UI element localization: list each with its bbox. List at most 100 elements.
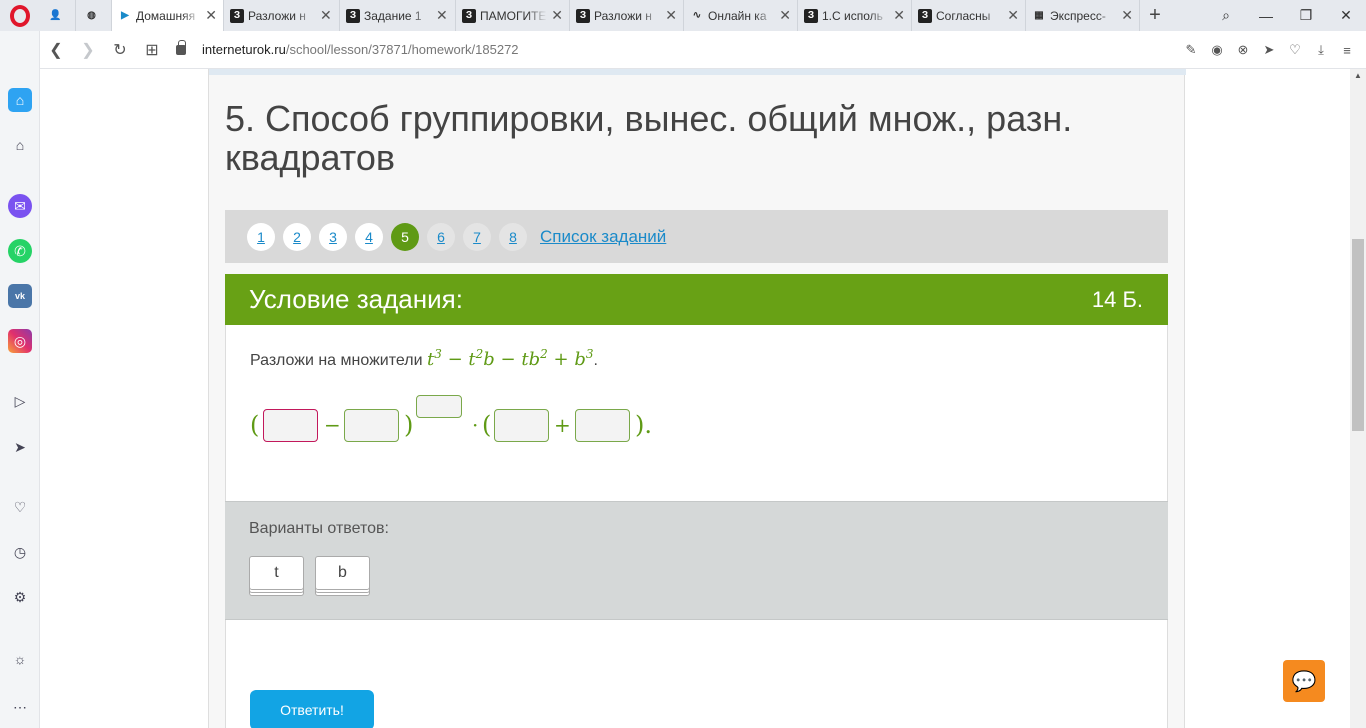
close-icon[interactable]: ✕	[551, 7, 563, 24]
speed-dial-home-icon[interactable]: ⌂	[8, 133, 32, 157]
close-icon[interactable]: ✕	[1007, 7, 1019, 24]
settings-icon[interactable]: ⚙	[8, 585, 32, 609]
close-icon[interactable]: ✕	[665, 7, 677, 24]
whatsapp-icon[interactable]: ✆	[8, 239, 32, 263]
submit-button[interactable]: Ответить!	[250, 690, 374, 728]
tab-label: Разложи н	[594, 8, 652, 23]
tab-6[interactable]: З Разложи н ✕	[570, 0, 684, 31]
new-tab-button[interactable]: +	[1140, 0, 1170, 31]
close-icon[interactable]: ✕	[893, 7, 905, 24]
znanija-icon: З	[346, 8, 360, 23]
reload-button[interactable]: ↻	[104, 31, 136, 69]
search-tabs-icon[interactable]: ⌕	[1206, 0, 1246, 31]
znanija-icon: З	[804, 8, 818, 23]
lightbulb-icon[interactable]: ☼	[8, 647, 32, 671]
bookmark-heart-icon[interactable]: ♡	[1282, 42, 1308, 58]
restore-icon[interactable]: ❐	[1286, 0, 1326, 31]
more-icon[interactable]: ⋯	[8, 695, 32, 719]
opera-logo-icon[interactable]	[0, 0, 40, 31]
vk-icon[interactable]: vk	[8, 284, 32, 308]
play-icon: ▶	[121, 10, 129, 21]
forward-button[interactable]: ❯	[72, 31, 104, 69]
close-icon[interactable]: ✕	[1121, 7, 1133, 24]
task-pager: 1 2 3 4 5 6 7 8 Список заданий	[225, 210, 1168, 263]
messenger-icon[interactable]: ✉	[8, 194, 32, 218]
close-icon[interactable]: ✕	[436, 7, 448, 24]
pager-item-4[interactable]: 4	[355, 222, 383, 251]
edit-icon[interactable]: ✎	[1178, 42, 1204, 58]
scrollbar-thumb[interactable]	[1352, 239, 1364, 431]
tab-7[interactable]: ∿ Онлайн ка ✕	[684, 0, 798, 31]
task-points: 14 Б.	[1091, 286, 1143, 312]
option-chip-b[interactable]: b	[315, 556, 370, 590]
grid-icon: ▦	[1034, 10, 1044, 21]
tab-2[interactable]: ▶ Домашняя ✕	[112, 0, 224, 31]
pager-item-6[interactable]: 6	[427, 222, 455, 251]
submit-area: Ответить!	[225, 620, 1168, 728]
option-chip-t[interactable]: t	[249, 556, 304, 590]
opera-sidebar: ⌂ ⌂ ✉ ✆ vk ◎ ▷ ➤ ♡ ◷ ⚙ ☼ ⋯	[0, 31, 40, 728]
calc-icon: ∿	[692, 10, 702, 21]
tab-3[interactable]: З Разложи н ✕	[224, 0, 340, 31]
tab-label: Задание 1	[364, 8, 422, 23]
answer-input-4[interactable]	[575, 409, 630, 442]
tab-8[interactable]: З 1.С исполь ✕	[798, 0, 912, 31]
answer-input-3[interactable]	[494, 409, 549, 442]
send-icon[interactable]: ➤	[8, 435, 32, 459]
close-icon[interactable]: ✕	[205, 7, 217, 24]
minimize-icon[interactable]: —	[1246, 0, 1286, 31]
answer-expression: ( − ) · ( + ).	[250, 395, 750, 457]
tab-5[interactable]: З ПАМОГИТЕ ✕	[456, 0, 570, 31]
pager-item-3[interactable]: 3	[319, 222, 347, 251]
url-path: /school/lesson/37871/homework/185272	[285, 42, 519, 57]
open-paren: (	[250, 411, 260, 439]
answer-input-1[interactable]	[263, 409, 318, 442]
menu-icon[interactable]: ≡	[1334, 43, 1360, 58]
url-host: interneturok.ru	[202, 42, 286, 57]
heart-icon[interactable]: ♡	[8, 495, 32, 519]
close-window-icon[interactable]: ✕	[1326, 0, 1366, 31]
player-icon[interactable]: ▷	[8, 389, 32, 413]
multiply-dot: ·	[472, 413, 479, 437]
speed-dial-icon[interactable]: ⌂	[8, 88, 32, 112]
pager-item-7[interactable]: 7	[463, 222, 491, 251]
url-field[interactable]: interneturok.ru/school/lesson/37871/home…	[176, 39, 519, 57]
block-icon[interactable]: ⊗	[1230, 42, 1256, 58]
close-icon[interactable]: ✕	[779, 7, 791, 24]
tab-10[interactable]: ▦ Экспресс- ✕	[1026, 0, 1140, 31]
answer-input-2[interactable]	[344, 409, 399, 442]
task-list-link[interactable]: Список заданий	[540, 227, 666, 247]
tab-label: Разложи н	[248, 8, 306, 23]
history-icon[interactable]: ◷	[8, 540, 32, 564]
page-scrollbar[interactable]: ▲	[1350, 69, 1366, 728]
avatar-icon: 👤	[49, 10, 62, 21]
answer-options: Варианты ответов: t b	[225, 501, 1168, 620]
tab-1[interactable]: ◍	[76, 0, 112, 31]
page-title: 5. Способ группировки, вынес. общий множ…	[225, 98, 1073, 178]
tabs-grid-button[interactable]: ⊞	[136, 31, 168, 69]
plus-sign: +	[554, 413, 571, 437]
task-formula: t3 − t2b − tb2 + b3	[426, 347, 594, 370]
znanija-icon: З	[462, 8, 476, 23]
chat-icon[interactable]: 💬	[1283, 660, 1325, 702]
card-top-strip	[209, 69, 1186, 75]
tab-label: Согласны	[936, 8, 991, 23]
send-page-icon[interactable]: ➤	[1256, 42, 1282, 58]
tab-label: Онлайн ка	[708, 8, 767, 23]
pager-item-1[interactable]: 1	[247, 222, 275, 251]
download-icon[interactable]: ⤓	[1308, 42, 1334, 58]
instagram-icon[interactable]: ◎	[8, 329, 32, 353]
tab-0[interactable]: 👤	[40, 0, 76, 31]
tab-4[interactable]: З Задание 1 ✕	[340, 0, 456, 31]
close-icon[interactable]: ✕	[320, 7, 332, 24]
camera-icon[interactable]: ◉	[1204, 42, 1230, 58]
tab-label: Домашняя	[136, 8, 196, 23]
back-button[interactable]: ❮	[40, 31, 72, 69]
pager-item-5[interactable]: 5	[391, 222, 419, 251]
exponent-input[interactable]	[416, 395, 462, 418]
scroll-up-icon[interactable]: ▲	[1350, 71, 1366, 80]
pager-item-2[interactable]: 2	[283, 222, 311, 251]
pager-item-8[interactable]: 8	[499, 222, 527, 251]
task-body: Разложи на множители t3 − t2b − tb2 + b3…	[225, 325, 1168, 501]
tab-9[interactable]: З Согласны ✕	[912, 0, 1026, 31]
